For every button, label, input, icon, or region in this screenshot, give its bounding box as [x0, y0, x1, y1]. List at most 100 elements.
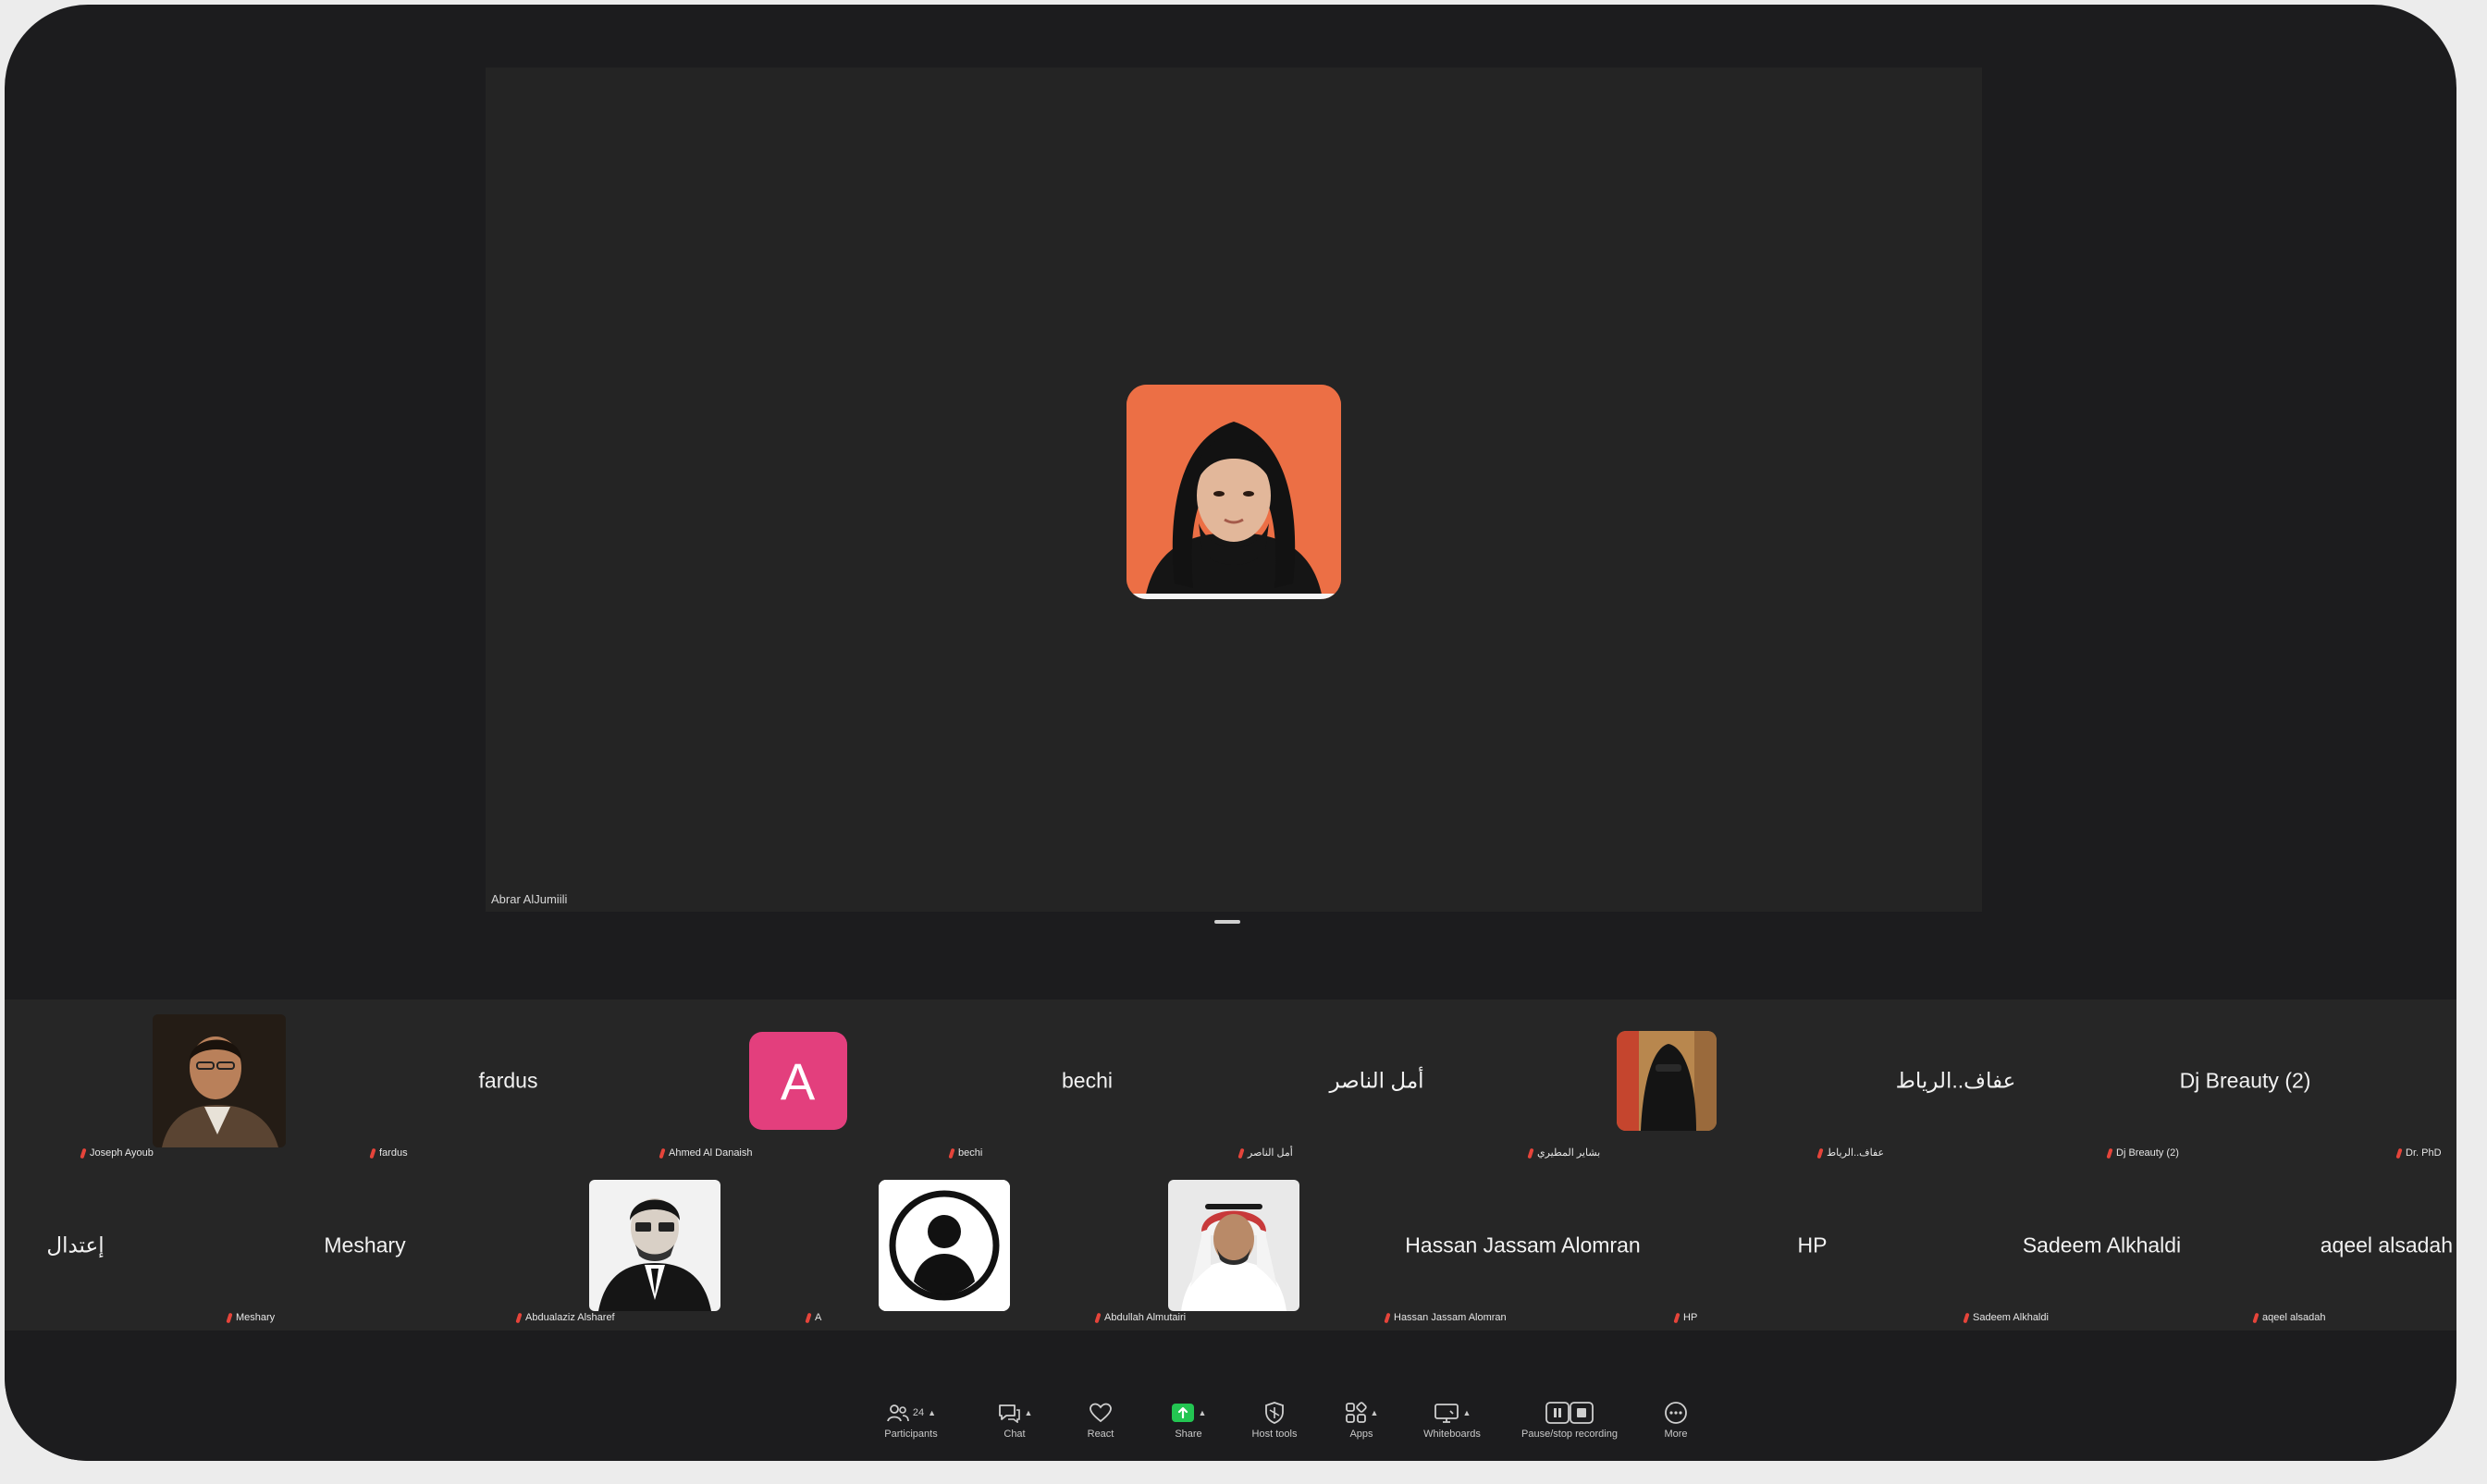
participant-label: Dj Breauty (2)	[2106, 1147, 2179, 1159]
participant-photo	[152, 1014, 286, 1147]
participant-tile[interactable]: fardus fardus	[363, 1000, 653, 1162]
participant-name: عفاف..الرياط	[1895, 1068, 2016, 1093]
stage-resize-handle[interactable]	[1214, 920, 1240, 924]
mic-muted-icon	[1527, 1147, 1534, 1159]
participant-tile[interactable]: Dj Breauty (2) Dj Breauty (2)	[2100, 1000, 2390, 1162]
participants-label: Participants	[884, 1429, 938, 1440]
mic-muted-icon	[659, 1147, 666, 1159]
participant-photo	[1167, 1180, 1299, 1311]
chevron-up-icon[interactable]: ▲	[928, 1408, 936, 1417]
participant-tile[interactable]: Meshary Meshary	[220, 1164, 510, 1327]
participant-tile[interactable]: aqeel alsadah aqeel alsadah	[2247, 1164, 2456, 1327]
heart-icon	[1090, 1403, 1112, 1423]
whiteboards-label: Whiteboards	[1423, 1429, 1481, 1440]
mic-muted-icon	[1673, 1312, 1681, 1323]
active-speaker-name: Abrar AlJumiili	[491, 892, 568, 906]
pause-stop-recording-button[interactable]: Pause/stop recording	[1514, 1401, 1625, 1447]
mic-muted-icon	[1963, 1312, 1970, 1323]
participant-name: Hassan Jassam Alomran	[1405, 1233, 1641, 1257]
participant-name: Dj Breauty (2)	[2179, 1068, 2311, 1093]
mic-muted-icon	[226, 1312, 233, 1323]
meeting-toolbar: 24 ▲ Participants ▲ Chat React ▲ Share H…	[5, 1331, 2456, 1461]
participant-photo	[1616, 1031, 1717, 1131]
share-label: Share	[1175, 1429, 1202, 1440]
participant-tile[interactable]: HP HP	[1668, 1164, 1957, 1327]
whiteboards-button[interactable]: ▲ Whiteboards	[1401, 1401, 1503, 1447]
participant-tile[interactable]: Joseph Ayoub	[74, 1000, 363, 1162]
participant-name: bechi	[1062, 1068, 1113, 1093]
participant-tile[interactable]: إعتدال	[5, 1164, 220, 1327]
participant-name: إعتدال	[46, 1233, 105, 1257]
mic-muted-icon	[2395, 1147, 2403, 1159]
participant-label: Hassan Jassam Alomran	[1384, 1312, 1507, 1323]
chevron-up-icon[interactable]: ▲	[1199, 1408, 1207, 1417]
participant-name: Sadeem Alkhaldi	[2022, 1233, 2182, 1257]
participant-tile[interactable]: Hassan Jassam Alomran Hassan Jassam Alom…	[1378, 1164, 1668, 1327]
participant-label: بشاير المطيري	[1527, 1147, 1600, 1159]
mic-muted-icon	[805, 1312, 812, 1323]
react-button[interactable]: React	[1050, 1401, 1151, 1447]
participant-label: aqeel alsadah	[2252, 1312, 2326, 1323]
chevron-up-icon[interactable]: ▲	[1463, 1408, 1471, 1417]
record-controls-icon	[1545, 1402, 1594, 1424]
participant-name: aqeel alsadah	[2320, 1233, 2453, 1257]
participant-tile[interactable]: عفاف..الرياط عفاف..الرياط	[1811, 1000, 2100, 1162]
mic-muted-icon	[2252, 1312, 2259, 1323]
apps-icon	[1345, 1402, 1367, 1423]
participant-tile[interactable]: Dr. PhD	[2390, 1000, 2456, 1162]
participant-name: HP	[1797, 1233, 1828, 1257]
participant-label: عفاف..الرياط	[1816, 1147, 1884, 1159]
participant-label: Sadeem Alkhaldi	[1963, 1312, 2049, 1323]
participant-tile[interactable]: Sadeem Alkhaldi Sadeem Alkhaldi	[1957, 1164, 2247, 1327]
participant-label: Meshary	[226, 1312, 275, 1323]
active-speaker-stage[interactable]: Abrar AlJumiili	[486, 67, 1982, 912]
mic-muted-icon	[2106, 1147, 2113, 1159]
participants-icon	[887, 1404, 909, 1422]
mic-muted-icon	[1237, 1147, 1245, 1159]
participant-label: Joseph Ayoub	[80, 1147, 154, 1159]
participant-tile[interactable]: Abdullah Almutairi	[1089, 1164, 1378, 1327]
generic-person-icon	[878, 1180, 1010, 1311]
apps-label: Apps	[1349, 1429, 1373, 1440]
recording-label: Pause/stop recording	[1521, 1429, 1618, 1440]
meeting-window: Abrar AlJumiili Joseph Ayoub fardus fard…	[5, 5, 2456, 1461]
chat-label: Chat	[1003, 1429, 1026, 1440]
participant-label: HP	[1673, 1312, 1697, 1323]
participant-photo	[588, 1180, 720, 1311]
mic-muted-icon	[1094, 1312, 1102, 1323]
participants-button[interactable]: 24 ▲ Participants	[860, 1401, 962, 1447]
participant-label: Dr. PhD	[2395, 1147, 2442, 1159]
more-button[interactable]: More	[1625, 1401, 1727, 1447]
more-label: More	[1664, 1429, 1688, 1440]
participant-tile[interactable]: bechi bechi	[942, 1000, 1232, 1162]
participant-name: Meshary	[324, 1233, 406, 1257]
mic-muted-icon	[515, 1312, 523, 1323]
share-icon	[1171, 1404, 1194, 1422]
more-icon	[1665, 1402, 1687, 1424]
participant-label: bechi	[948, 1147, 982, 1159]
participant-tile[interactable]: Abdualaziz Alsharef	[510, 1164, 799, 1327]
chevron-up-icon[interactable]: ▲	[1025, 1408, 1033, 1417]
active-speaker-avatar	[1127, 385, 1341, 599]
participant-tile[interactable]: بشاير المطيري	[1521, 1000, 1811, 1162]
letter-avatar: A	[748, 1032, 847, 1130]
react-label: React	[1087, 1429, 1114, 1440]
shield-icon	[1265, 1402, 1284, 1424]
chevron-up-icon[interactable]: ▲	[1371, 1408, 1379, 1417]
participant-label: Abdullah Almutairi	[1094, 1312, 1186, 1323]
gallery-strip: Joseph Ayoub fardus fardus A Ahmed Al Da…	[5, 1000, 2456, 1331]
participant-label: Ahmed Al Danaish	[659, 1147, 753, 1159]
apps-button[interactable]: ▲ Apps	[1311, 1401, 1412, 1447]
participant-label: fardus	[369, 1147, 408, 1159]
mic-muted-icon	[80, 1147, 87, 1159]
mic-muted-icon	[369, 1147, 376, 1159]
participant-tile[interactable]: A	[799, 1164, 1089, 1327]
participant-label: أمل الناصر	[1237, 1147, 1293, 1159]
participant-name: fardus	[478, 1068, 538, 1093]
whiteboard-icon	[1434, 1404, 1459, 1423]
mic-muted-icon	[1816, 1147, 1824, 1159]
participant-tile[interactable]: أمل الناصر أمل الناصر	[1232, 1000, 1521, 1162]
participant-tile[interactable]: A Ahmed Al Danaish	[653, 1000, 942, 1162]
participant-label: A	[805, 1312, 821, 1323]
host-tools-label: Host tools	[1251, 1429, 1298, 1440]
